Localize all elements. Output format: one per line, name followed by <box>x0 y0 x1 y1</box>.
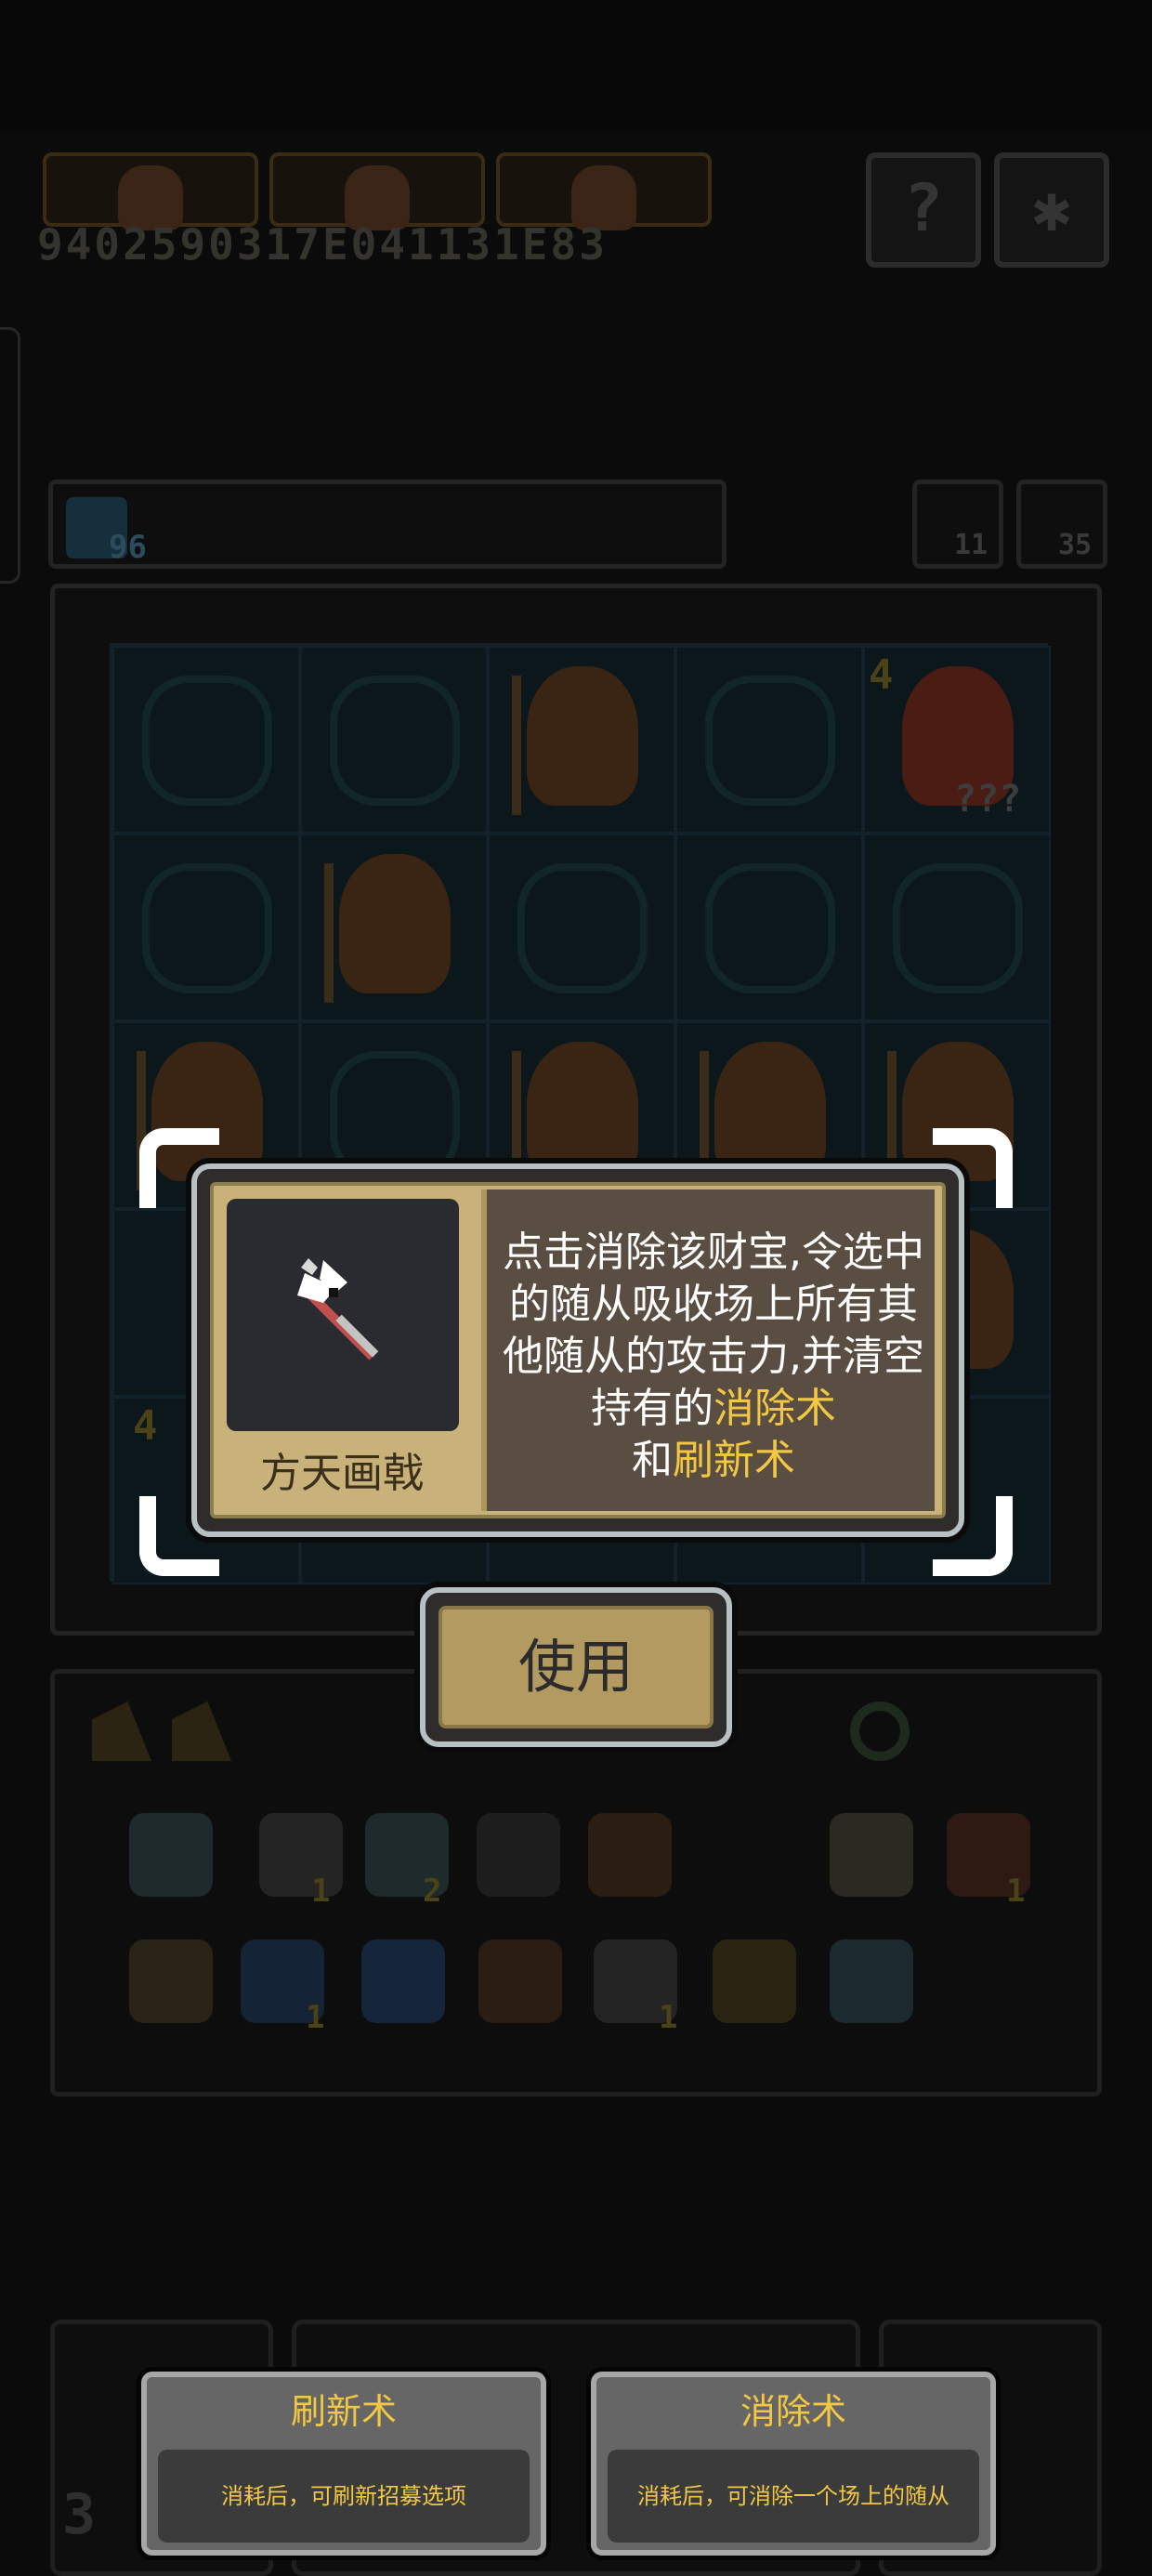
treasure-popup: 方天画戟 点击消除该财宝,令选中的随从吸收场上所有其他随从的攻击力,并清空持有的… <box>191 1163 964 1537</box>
minion-icon <box>714 1042 826 1181</box>
inventory-item-staff[interactable] <box>588 1813 672 1897</box>
tooltip-title: 消除术 <box>740 2391 846 2432</box>
inventory-item-cannon[interactable] <box>830 1939 913 2023</box>
eliminate-spell-tooltip: 消除术 消耗后，可消除一个场上的随从 <box>591 2372 996 2556</box>
item-count: 1 <box>306 1999 325 2036</box>
settings-button[interactable]: ✱ <box>994 152 1109 268</box>
inventory-item-jar[interactable] <box>830 1813 913 1897</box>
gear-icon: ✱ <box>1031 170 1072 246</box>
empty-slot-icon <box>705 863 835 993</box>
level-number: 4 <box>133 1402 158 1450</box>
empty-slot-icon <box>142 676 272 806</box>
item-count: 1 <box>311 1873 331 1910</box>
empty-slot-icon <box>705 676 835 806</box>
highlight-refresh-spell: 刷新术 <box>673 1437 795 1484</box>
board-cell[interactable]: 4 ??? <box>863 646 1051 834</box>
minion-icon <box>339 854 451 993</box>
item-count: 1 <box>1006 1873 1026 1910</box>
inventory-item-camera[interactable] <box>713 1939 796 2023</box>
ring-icon[interactable] <box>850 1702 910 1761</box>
board-cell[interactable] <box>488 834 675 1021</box>
board-cell[interactable] <box>112 646 300 834</box>
coin-count: 96 <box>109 529 147 566</box>
reroll-count: 11 <box>954 529 988 561</box>
treasure-card: 方天画戟 点击消除该财宝,令选中的随从吸收场上所有其他随从的攻击力,并清空持有的… <box>210 1182 946 1518</box>
board-cell[interactable] <box>675 834 863 1021</box>
empty-slot-icon <box>517 863 648 993</box>
empty-slot-icon <box>330 676 460 806</box>
staff-icon <box>324 863 334 1003</box>
side-drawer-handle[interactable] <box>0 327 20 584</box>
use-button[interactable]: 使用 <box>439 1606 713 1728</box>
inventory-item-axe[interactable] <box>129 1939 213 2023</box>
inventory-item-potion[interactable] <box>361 1939 445 2023</box>
description-text-and: 和 <box>632 1437 673 1484</box>
item-description: 点击消除该财宝,令选中的随从吸收场上所有其他随从的攻击力,并清空持有的消除术 和刷… <box>496 1227 931 1487</box>
empty-slot-icon <box>893 863 1023 993</box>
board-cell[interactable] <box>300 646 488 834</box>
tooltip-description: 消耗后，可刷新招募选项 <box>158 2450 530 2543</box>
inventory-tab-left-2[interactable] <box>172 1702 231 1761</box>
board-cell[interactable] <box>488 646 675 834</box>
hero-portrait-1 <box>43 152 258 230</box>
item-description-box: 点击消除该财宝,令选中的随从吸收场上所有其他随从的攻击力,并清空持有的消除术 和刷… <box>481 1189 935 1511</box>
item-picture <box>227 1199 459 1431</box>
player-id-string: 9402590317E041131E83 <box>37 219 608 269</box>
hero-portrait-3 <box>496 152 712 230</box>
minion-icon <box>527 1042 638 1181</box>
timer-count: 35 <box>1058 529 1093 561</box>
item-name: 方天画戟 <box>260 1450 424 1497</box>
status-bar-area <box>0 0 1152 130</box>
refresh-spell-tooltip: 刷新术 消耗后，可刷新招募选项 <box>141 2372 546 2556</box>
inventory-item-halberd[interactable] <box>477 1813 560 1897</box>
item-count: 1 <box>659 1999 678 2036</box>
board-cell[interactable] <box>863 834 1051 1021</box>
inventory-tab-left[interactable] <box>92 1702 151 1761</box>
halberd-icon <box>297 1258 379 1360</box>
timer-counter: 35 <box>1016 480 1107 569</box>
hero-portrait-2 <box>269 152 485 230</box>
unknown-attack-text: ??? <box>954 778 1022 821</box>
board-cell[interactable] <box>675 646 863 834</box>
coin-bar: 96 <box>48 480 727 569</box>
left-slot-count: 3 <box>62 2482 97 2547</box>
item-count: 2 <box>423 1873 442 1910</box>
board-cell[interactable] <box>300 834 488 1021</box>
board-cell[interactable] <box>112 834 300 1021</box>
inventory-item-scroll[interactable] <box>259 1813 343 1897</box>
help-button[interactable]: ? <box>866 152 981 268</box>
inventory-item-ship[interactable] <box>478 1939 562 2023</box>
staff-icon <box>512 676 521 815</box>
reroll-counter: 11 <box>912 480 1003 569</box>
inventory-item-hammer[interactable] <box>129 1813 213 1897</box>
empty-slot-icon <box>330 1051 460 1181</box>
minion-icon <box>527 666 638 806</box>
empty-slot-icon <box>142 863 272 993</box>
use-button-frame: 使用 <box>420 1587 732 1747</box>
question-icon: ? <box>903 170 944 246</box>
tooltip-title: 刷新术 <box>290 2391 397 2432</box>
level-number: 4 <box>869 651 894 699</box>
highlight-eliminate-spell: 消除术 <box>713 1385 836 1432</box>
tooltip-description: 消耗后，可消除一个场上的随从 <box>608 2450 979 2543</box>
